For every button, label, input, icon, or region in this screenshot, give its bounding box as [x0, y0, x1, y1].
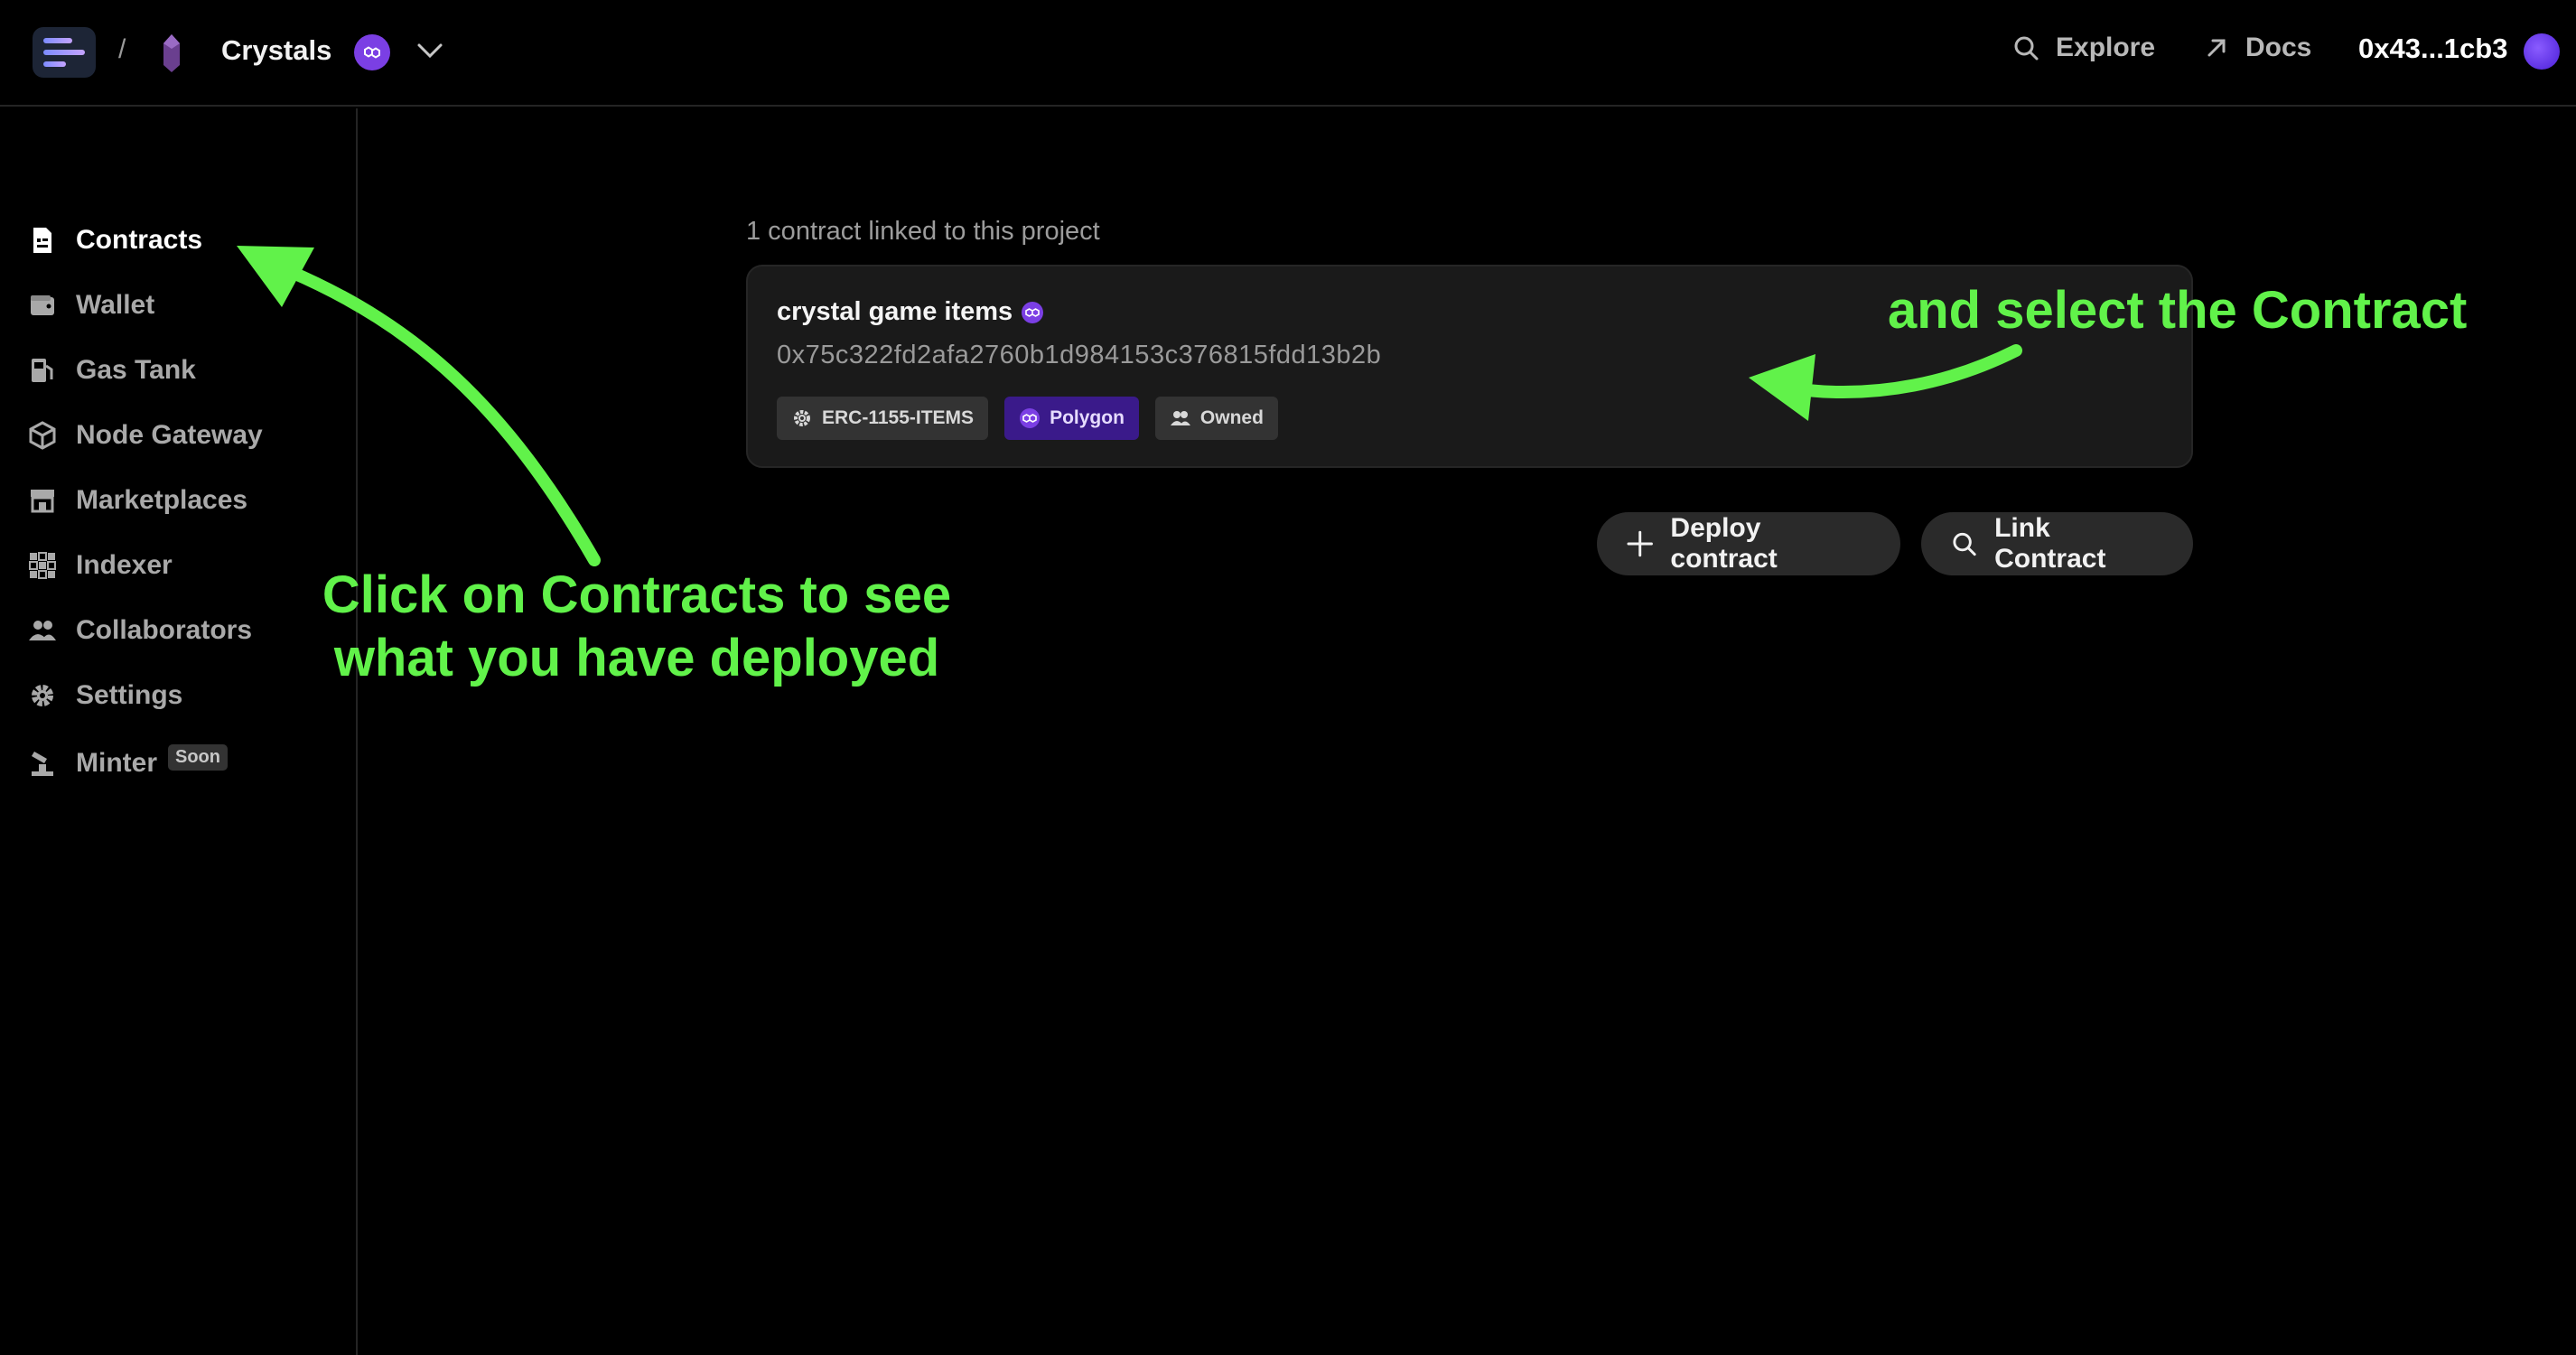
- annotation-line: what you have deployed: [333, 629, 940, 687]
- sidebar-item-label: Marketplaces: [76, 485, 248, 515]
- minter-icon: [32, 752, 53, 776]
- sidebar-item-wallet[interactable]: Wallet: [27, 283, 154, 328]
- wallet-address[interactable]: 0x43...1cb3: [2358, 33, 2507, 65]
- logo-icon[interactable]: [33, 27, 96, 78]
- linked-count-text: 1 contract linked to this project: [746, 217, 1100, 246]
- deploy-contract-button[interactable]: Deploy contract: [1597, 512, 1900, 575]
- sidebar-item-label: Gas Tank: [76, 355, 196, 385]
- contract-type-tag: ERC-1155-ITEMS: [777, 397, 989, 440]
- docs-label: Docs: [2245, 33, 2312, 62]
- sidebar-item-node-gateway[interactable]: Node Gateway: [27, 413, 263, 458]
- gear-icon: [794, 410, 810, 426]
- sidebar-item-indexer[interactable]: Indexer: [27, 543, 173, 588]
- sidebar-item-minter[interactable]: Minter Soon: [27, 741, 228, 786]
- polygon-icon: [1020, 408, 1041, 428]
- wallet-icon: [31, 295, 54, 315]
- polygon-icon: [354, 34, 390, 70]
- explore-label: Explore: [2056, 33, 2156, 62]
- sidebar-item-contracts[interactable]: Contracts: [27, 218, 202, 263]
- search-icon: [2014, 36, 2039, 61]
- sidebar-item-settings[interactable]: Settings: [27, 673, 182, 718]
- contract-name: crystal game items: [777, 297, 1044, 327]
- sidebar-item-label: Node Gateway: [76, 420, 263, 450]
- crystal-icon: [163, 34, 180, 72]
- plus-icon: [1627, 530, 1653, 557]
- top-bar: / Crystals Explore Docs 0x43...1cb3: [0, 0, 2576, 107]
- ownership-tag: Owned: [1154, 397, 1278, 440]
- contract-type-label: ERC-1155-ITEMS: [822, 407, 975, 428]
- chevron-down-icon[interactable]: [415, 40, 444, 61]
- gear-icon: [32, 685, 53, 706]
- soon-badge: Soon: [168, 743, 228, 771]
- chain-tag: Polygon: [1004, 397, 1139, 440]
- gas-tank-icon: [32, 359, 53, 382]
- node-gateway-icon: [29, 421, 56, 450]
- explore-link[interactable]: Explore: [2012, 33, 2155, 63]
- contract-tags: ERC-1155-ITEMS Polygon Owned: [777, 397, 1278, 440]
- sidebar-item-gas-tank[interactable]: Gas Tank: [27, 348, 196, 393]
- annotation-select-hint: and select the Contract: [1888, 281, 2468, 340]
- polygon-icon: [1022, 301, 1044, 323]
- docs-link[interactable]: Docs: [2204, 33, 2311, 63]
- deploy-contract-label: Deploy contract: [1670, 513, 1778, 574]
- sidebar-item-label: Wallet: [76, 290, 155, 320]
- sidebar-item-label: Minter: [76, 748, 157, 778]
- contract-icon: [33, 228, 51, 253]
- contract-name-label: crystal game items: [777, 297, 1013, 326]
- annotation-contracts-hint: Click on Contracts to see what you have …: [298, 564, 975, 690]
- link-contract-label: Link Contract: [1994, 513, 2106, 574]
- sidebar-item-marketplaces[interactable]: Marketplaces: [27, 478, 247, 523]
- link-contract-button[interactable]: Link Contract: [1921, 512, 2193, 575]
- ownership-label: Owned: [1199, 407, 1264, 428]
- marketplace-icon: [31, 490, 54, 513]
- chain-label: Polygon: [1050, 407, 1125, 428]
- breadcrumb-separator: /: [118, 34, 126, 64]
- sidebar-item-collaborators[interactable]: Collaborators: [27, 608, 252, 653]
- sidebar-item-label: Collaborators: [76, 615, 253, 645]
- project-name[interactable]: Crystals: [221, 34, 331, 67]
- sidebar-item-label: Indexer: [76, 550, 173, 580]
- sidebar-item-label: Settings: [76, 680, 183, 710]
- sidebar-item-label: Contracts: [76, 225, 203, 255]
- annotation-line: Click on Contracts to see: [322, 565, 952, 624]
- indexer-icon: [29, 552, 56, 579]
- external-arrow-icon: [2207, 39, 2226, 57]
- users-icon: [1170, 411, 1190, 425]
- search-icon: [1953, 532, 1976, 556]
- collaborators-icon: [29, 621, 56, 640]
- contract-address: 0x75c322fd2afa2760b1d984153c376815fdd13b…: [777, 341, 1382, 369]
- avatar[interactable]: [2524, 33, 2560, 70]
- sidebar: Contracts Wallet Gas Tank Node Gateway M…: [0, 108, 358, 1355]
